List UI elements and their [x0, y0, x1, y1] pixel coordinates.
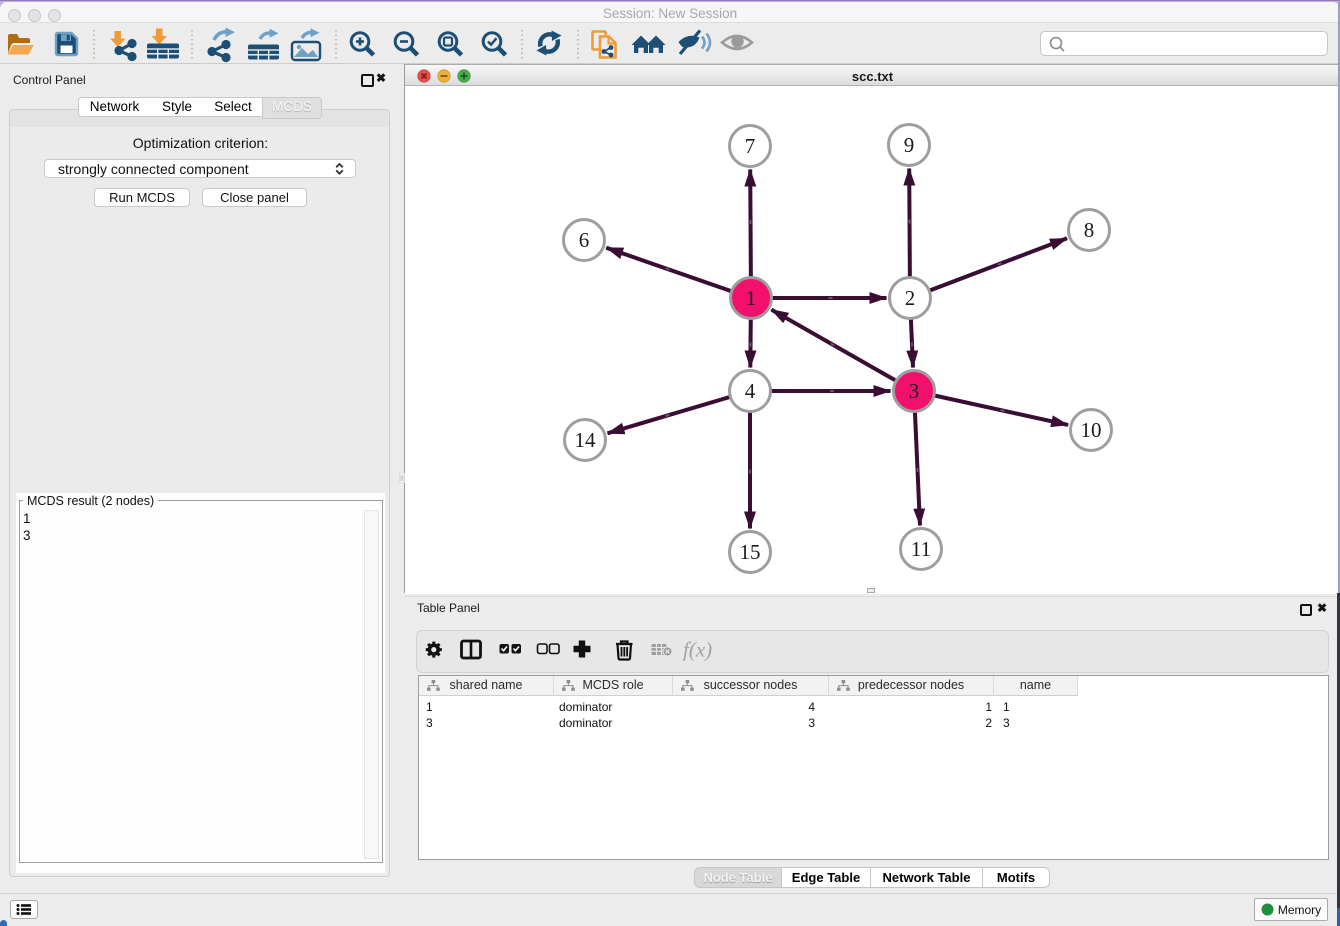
svg-text:14: 14 [575, 428, 597, 452]
svg-text:9: 9 [904, 133, 915, 157]
svg-text:4: 4 [745, 379, 756, 403]
svg-text:3: 3 [909, 379, 920, 403]
svg-text:1: 1 [746, 286, 757, 310]
svg-text:15: 15 [740, 540, 761, 564]
svg-text:7: 7 [745, 134, 756, 158]
svg-text:10: 10 [1081, 418, 1102, 442]
svg-text:2: 2 [905, 286, 916, 310]
svg-text:8: 8 [1084, 218, 1095, 242]
svg-text:11: 11 [911, 537, 931, 561]
svg-text:f(x): f(x) [683, 638, 712, 662]
svg-text:6: 6 [579, 228, 590, 252]
